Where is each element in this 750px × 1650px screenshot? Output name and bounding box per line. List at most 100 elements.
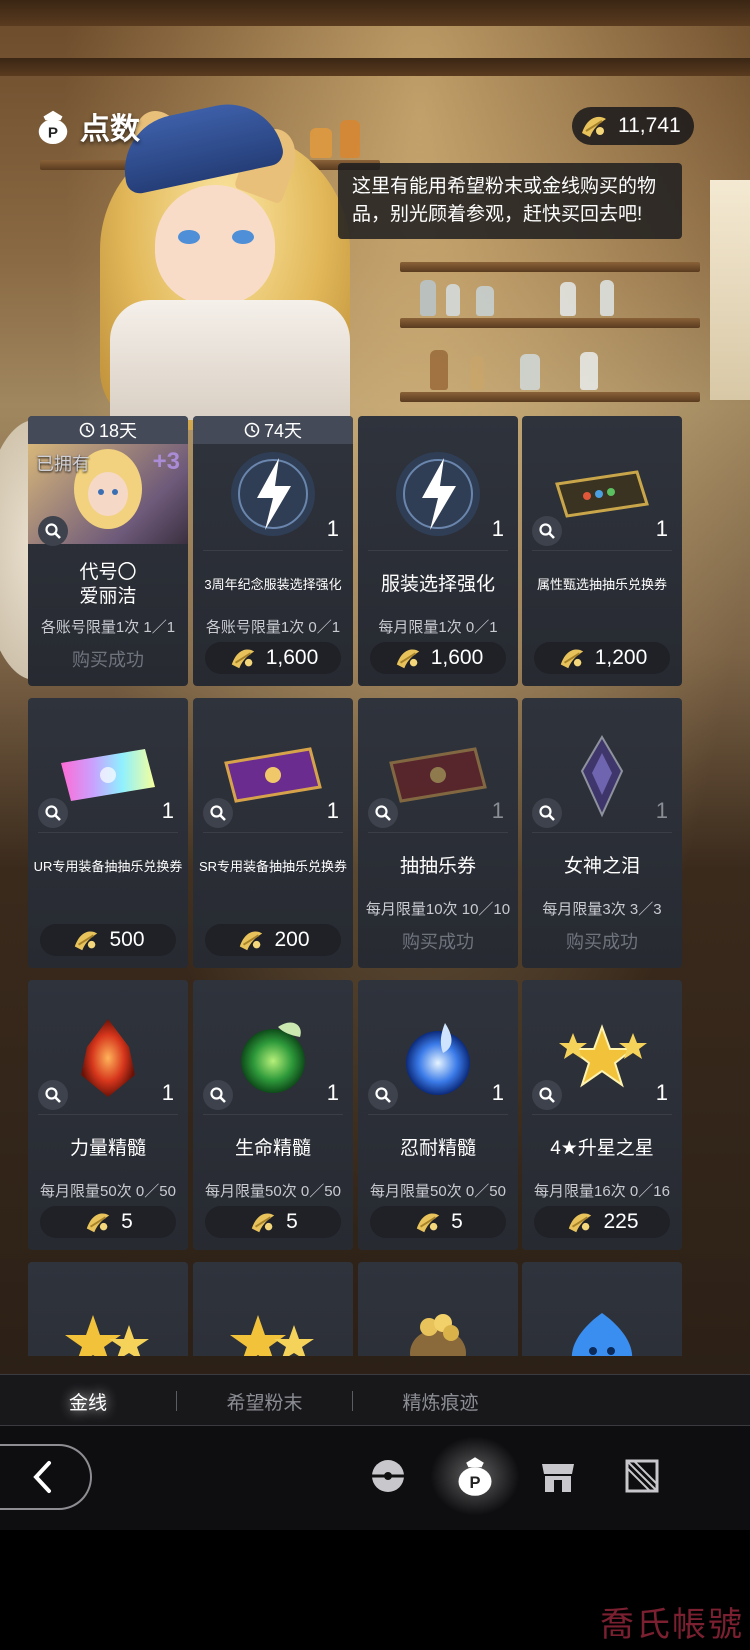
page-title-text: 点数 bbox=[80, 113, 140, 146]
shop-item-card[interactable]: 1 忍耐精髓 每月限量50次 0／50 5 bbox=[358, 980, 518, 1250]
item-name: UR专用装备抽抽乐兑换券 bbox=[33, 859, 183, 874]
shop-item-card[interactable]: 1 4★升星之星 每月限量16次 0／16 225 bbox=[522, 980, 682, 1250]
magnifier-icon bbox=[210, 805, 226, 821]
shop-item-card[interactable]: 1 抽抽乐券 每月限量10次 10／10 购买成功 bbox=[358, 698, 518, 968]
inspect-button[interactable] bbox=[203, 798, 233, 828]
shop-item-card[interactable]: 1 属性甄选抽抽乐兑换券 1,200 bbox=[522, 416, 682, 686]
item-name: 3周年纪念服装选择强化 bbox=[204, 577, 342, 592]
item-art bbox=[193, 1290, 353, 1356]
inspect-button[interactable] bbox=[38, 798, 68, 828]
shop-item-card[interactable] bbox=[358, 1262, 518, 1356]
divider bbox=[368, 832, 508, 833]
magnifier-icon bbox=[539, 523, 555, 539]
back-button[interactable] bbox=[0, 1444, 92, 1510]
buy-button[interactable]: 5 bbox=[370, 1206, 506, 1238]
divider bbox=[368, 550, 508, 551]
tab-hope-powder[interactable]: 希望粉末 bbox=[177, 1375, 352, 1427]
tab-gold-thread[interactable]: 金线 bbox=[0, 1375, 176, 1427]
sr-ticket-icon bbox=[224, 747, 322, 803]
currency-amount: 11,741 bbox=[618, 114, 681, 137]
clock-icon bbox=[79, 422, 95, 438]
buy-button[interactable]: 1,600 bbox=[205, 642, 341, 674]
shop-item-card[interactable] bbox=[193, 1262, 353, 1356]
owned-label: 已拥有 bbox=[36, 454, 90, 474]
crate-icon bbox=[625, 1459, 659, 1493]
shop-item-card[interactable] bbox=[28, 1262, 188, 1356]
item-art bbox=[358, 1290, 518, 1356]
price-value: 5 bbox=[121, 1210, 133, 1233]
buy-button[interactable]: 1,200 bbox=[534, 642, 670, 674]
item-art bbox=[522, 1290, 682, 1356]
bottle bbox=[420, 280, 436, 316]
magnifier-icon bbox=[539, 1087, 555, 1103]
inspect-button[interactable] bbox=[532, 1080, 562, 1110]
time-limit-badge: 18天 bbox=[28, 416, 188, 444]
price-value: 1,600 bbox=[430, 646, 484, 669]
divider bbox=[532, 832, 672, 833]
inspect-button[interactable] bbox=[532, 516, 562, 546]
buy-button[interactable]: 5 bbox=[205, 1206, 341, 1238]
nav-storage-button[interactable] bbox=[620, 1454, 664, 1498]
buy-button[interactable]: 225 bbox=[534, 1206, 670, 1238]
buy-button[interactable]: 500 bbox=[40, 924, 176, 956]
inspect-button[interactable] bbox=[368, 1080, 398, 1110]
nav-points-shop-button[interactable]: P bbox=[453, 1454, 497, 1498]
shop-item-card[interactable] bbox=[522, 1262, 682, 1356]
divider bbox=[203, 832, 343, 833]
inspect-button[interactable] bbox=[38, 516, 68, 546]
buy-button[interactable]: 200 bbox=[205, 924, 341, 956]
shop-item-card[interactable]: 1 SR专用装备抽抽乐兑换券 200 bbox=[193, 698, 353, 968]
shop-item-card[interactable]: 74天 1 3周年纪念服装选择强化 各账号限量1次 0／1 1,600 bbox=[193, 416, 353, 686]
divider bbox=[38, 1114, 178, 1115]
purchase-limit: 每月限量1次 0／1 bbox=[378, 619, 498, 636]
shop-item-card[interactable]: 1 服装选择强化 每月限量1次 0／1 1,600 bbox=[358, 416, 518, 686]
item-quantity: 1 bbox=[161, 1080, 174, 1105]
shop-item-card[interactable]: 1 UR专用装备抽抽乐兑换券 500 bbox=[28, 698, 188, 968]
tab-refine-trace[interactable]: 精炼痕迹 bbox=[353, 1375, 528, 1427]
gold-thread-icon bbox=[240, 931, 263, 951]
shop-item-card[interactable]: 1 生命精髓 每月限量50次 0／50 5 bbox=[193, 980, 353, 1250]
divider bbox=[368, 1114, 508, 1115]
inspect-button[interactable] bbox=[38, 1080, 68, 1110]
purchase-limit: 每月限量16次 0／16 bbox=[534, 1183, 670, 1200]
life-essence-icon bbox=[241, 1022, 305, 1093]
lightning-emblem-icon bbox=[396, 452, 480, 536]
item-name: 属性甄选抽抽乐兑换券 bbox=[536, 577, 667, 592]
shop-item-card[interactable]: 1 力量精髓 每月限量50次 0／50 5 bbox=[28, 980, 188, 1250]
inspect-button[interactable] bbox=[368, 798, 398, 828]
bottle bbox=[430, 350, 448, 390]
footer-area: 喬氏帳號 bbox=[0, 1530, 750, 1650]
divider bbox=[38, 832, 178, 833]
bottle bbox=[470, 356, 484, 390]
character-face bbox=[155, 185, 275, 305]
bottle bbox=[310, 128, 332, 158]
purchase-limit: 各账号限量1次 0／1 bbox=[205, 619, 341, 636]
nav-gacha-button[interactable] bbox=[366, 1454, 410, 1498]
buy-button[interactable]: 1,600 bbox=[370, 642, 506, 674]
time-limit-text: 74天 bbox=[263, 421, 303, 441]
item-quantity: 1 bbox=[326, 516, 339, 541]
buy-button[interactable]: 5 bbox=[40, 1206, 176, 1238]
nav-store-button[interactable] bbox=[536, 1454, 580, 1498]
shop-item-card[interactable]: 18天 已拥有 +3 代号〇 爱丽洁 各账号限量1次 1／1 购买成功 bbox=[28, 416, 188, 686]
item-art bbox=[28, 1290, 188, 1356]
page-title: P 点数 bbox=[34, 104, 140, 148]
divider bbox=[532, 550, 672, 551]
strength-essence-icon bbox=[81, 1019, 135, 1097]
gold-thread-icon bbox=[416, 1213, 440, 1233]
shelf bbox=[400, 392, 700, 402]
shop-item-grid: 18天 已拥有 +3 代号〇 爱丽洁 各账号限量1次 1／1 购买成功 74天 bbox=[28, 416, 682, 1356]
shop-item-card[interactable]: 1 女神之泪 每月限量3次 3／3 购买成功 bbox=[522, 698, 682, 968]
item-quantity: 1 bbox=[655, 516, 668, 541]
watermark-text: 喬氏帳號 bbox=[600, 1605, 744, 1645]
gold-thread-icon bbox=[231, 649, 254, 669]
inspect-button[interactable] bbox=[203, 1080, 233, 1110]
bottle bbox=[476, 286, 494, 316]
price-value: 225 bbox=[603, 1210, 639, 1233]
star-upgrade-icon bbox=[230, 1315, 314, 1356]
inspect-button[interactable] bbox=[532, 798, 562, 828]
shelf bbox=[400, 262, 700, 272]
bottle bbox=[600, 280, 614, 316]
svg-text:P: P bbox=[48, 124, 58, 141]
price-value: 1,200 bbox=[594, 646, 648, 669]
